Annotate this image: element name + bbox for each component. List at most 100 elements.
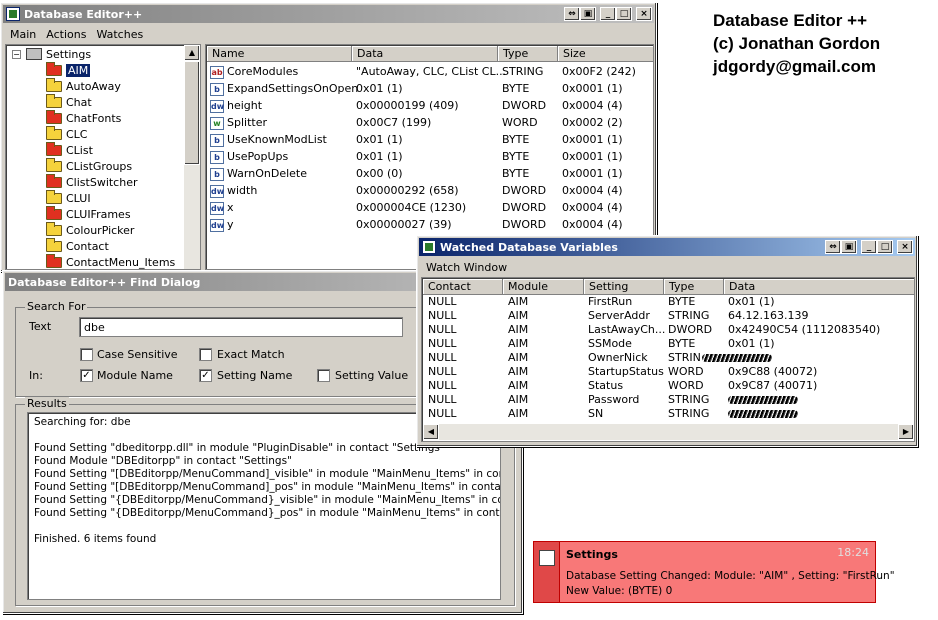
popup-title: Settings — [566, 548, 618, 561]
cell-data-text: 0x00C7 (199) — [356, 116, 432, 129]
tree-item[interactable]: CList — [46, 141, 93, 158]
watch-close-button[interactable]: × — [897, 240, 913, 254]
popup-notification[interactable]: Settings 18:24 Database Setting Changed:… — [533, 541, 895, 603]
tree-item-label: CList — [66, 143, 93, 157]
cell-name-text: ExpandSettingsOnOpen — [227, 82, 359, 95]
close-button[interactable]: × — [636, 7, 652, 21]
cell-size-text: 0x0001 (1) — [562, 133, 623, 146]
cell-data-text: 0x00000199 (409) — [356, 99, 459, 112]
tree-item[interactable]: AutoAway — [46, 77, 121, 94]
search-text-input[interactable] — [79, 317, 403, 337]
col-setting[interactable]: Setting — [584, 279, 664, 295]
col-data[interactable]: Data — [352, 46, 498, 62]
watch-hscrollbar[interactable]: ◀ ▶ — [423, 424, 914, 440]
tree-item[interactable]: CLC — [46, 125, 88, 142]
col-size[interactable]: Size — [558, 46, 653, 62]
pin-icon[interactable]: ▣ — [580, 7, 596, 21]
tree-item[interactable]: AIM — [46, 61, 91, 78]
watch-maximize-button[interactable]: □ — [877, 240, 893, 254]
tree-item[interactable]: ColourPicker — [46, 221, 134, 238]
menu-actions[interactable]: Actions — [41, 28, 91, 41]
search-for-label: Search For — [25, 300, 88, 313]
result-line: Searching for: dbe — [34, 416, 131, 428]
module-name-checkbox[interactable]: ✓ — [80, 369, 93, 382]
tree-item[interactable]: ClistSwitcher — [46, 173, 138, 190]
exact-match-label[interactable]: Exact Match — [217, 348, 285, 361]
tree-root-label: Settings — [46, 47, 92, 61]
case-sensitive-checkbox[interactable] — [80, 348, 93, 361]
result-line: Found Setting "{DBEditorpp/MenuCommand}_… — [34, 494, 501, 506]
setting-name-label[interactable]: Setting Name — [217, 369, 292, 382]
result-line: Found Setting "{DBEditorpp/MenuCommand}_… — [34, 507, 501, 519]
maximize-button[interactable]: □ — [616, 7, 632, 21]
cell-size: 0x0004 (4) — [562, 182, 623, 199]
settings-tree[interactable]: − Settings AIM AutoAway Chat ChatFonts CLC CL… — [5, 44, 201, 270]
watch-cell-data: 0x9C87 (40071) — [728, 379, 818, 392]
tree-item-label: ContactMenu_Items — [66, 255, 176, 269]
cell-type: STRING — [502, 63, 543, 80]
cell-name-text: x — [227, 201, 234, 214]
module-name-label[interactable]: Module Name — [97, 369, 173, 382]
cell-name: dw width — [210, 182, 257, 199]
tree-root[interactable]: − Settings — [12, 46, 91, 62]
col-watch-data[interactable]: Data — [724, 279, 914, 295]
exact-match-checkbox[interactable] — [199, 348, 212, 361]
dw-type-icon: dw — [210, 99, 225, 113]
tree-scrollbar[interactable]: ▲ — [184, 45, 200, 269]
cell-type: DWORD — [502, 199, 546, 216]
tree-scroll-thumb[interactable] — [184, 61, 200, 165]
redacted-value — [728, 396, 798, 404]
watch-list[interactable]: Contact Module Setting Type Data NULL AIM… — [421, 277, 915, 442]
col-type[interactable]: Type — [498, 46, 558, 62]
cell-type: DWORD — [502, 97, 546, 114]
case-sensitive-label[interactable]: Case Sensitive — [97, 348, 178, 361]
swap-icon[interactable]: ⇔ — [564, 7, 580, 21]
col-contact[interactable]: Contact — [423, 279, 503, 295]
folder-icon — [46, 93, 62, 108]
setting-name-checkbox[interactable]: ✓ — [199, 369, 212, 382]
tree-item-label: CListGroups — [66, 159, 133, 173]
watch-pin-icon[interactable]: ▣ — [841, 240, 857, 254]
tree-item[interactable]: Chat — [46, 93, 92, 110]
setting-value-label[interactable]: Setting Value — [335, 369, 408, 382]
b-type-icon: b — [210, 133, 224, 147]
main-titlebar[interactable]: Database Editor++ ⇔ ▣ _ □ × — [3, 5, 654, 23]
dw-type-icon: dw — [210, 201, 225, 215]
cell-type: DWORD — [502, 216, 546, 233]
cell-data-text: 0x01 (1) — [356, 150, 403, 163]
menu-watches[interactable]: Watches — [91, 28, 148, 41]
cell-type-text: DWORD — [502, 201, 547, 214]
minimize-button[interactable]: _ — [600, 7, 616, 21]
tree-item[interactable]: CLUI — [46, 189, 91, 206]
tree-item[interactable]: CLUIFrames — [46, 205, 131, 222]
folder-icon — [46, 109, 62, 124]
folder-icon — [46, 173, 62, 188]
col-watch-type[interactable]: Type — [664, 279, 724, 295]
col-name[interactable]: Name — [207, 46, 352, 62]
tree-item-label: ChatFonts — [66, 111, 122, 125]
scroll-up-icon[interactable]: ▲ — [184, 45, 200, 61]
w-type-icon: w — [210, 116, 224, 130]
watch-minimize-button[interactable]: _ — [861, 240, 877, 254]
main-title: Database Editor++ — [24, 7, 143, 21]
tree-item-label: CLUIFrames — [66, 207, 131, 221]
setting-value-checkbox[interactable] — [317, 369, 330, 382]
collapse-icon[interactable]: − — [12, 49, 21, 59]
col-module[interactable]: Module — [503, 279, 584, 295]
tree-item[interactable]: CListGroups — [46, 157, 133, 174]
watch-swap-icon[interactable]: ⇔ — [825, 240, 841, 254]
tree-item-label: Chat — [66, 95, 92, 109]
menu-watch-window[interactable]: Watch Window — [421, 261, 512, 274]
folder-icon — [46, 189, 62, 204]
watch-titlebar[interactable]: Watched Database Variables ⇔ ▣ _ □ × — [419, 238, 915, 256]
scroll-right-icon[interactable]: ▶ — [898, 424, 914, 440]
folder-icon — [46, 125, 62, 140]
watch-cell-setting: SN — [588, 407, 604, 420]
cell-size-text: 0x0004 (4) — [562, 218, 623, 231]
tree-item[interactable]: Contact — [46, 237, 109, 254]
menu-main[interactable]: Main — [5, 28, 41, 41]
tree-item[interactable]: ContactMenu_Items — [46, 253, 176, 269]
cell-data: 0x01 (1) — [356, 80, 403, 97]
scroll-left-icon[interactable]: ◀ — [423, 424, 439, 440]
tree-item[interactable]: ChatFonts — [46, 109, 122, 126]
